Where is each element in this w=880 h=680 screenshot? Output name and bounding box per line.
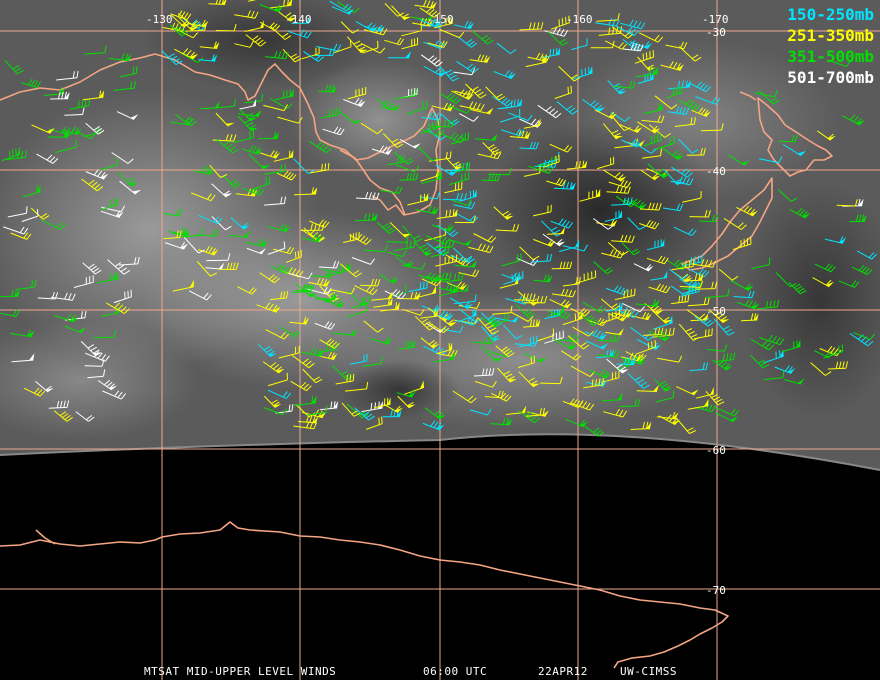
lon-label-130: -130 <box>146 13 173 26</box>
lat-label-40: -40 <box>706 165 726 178</box>
lon-label-160: -160 <box>566 13 593 26</box>
wind-barb-feather <box>654 339 657 348</box>
wind-barb-feather <box>265 177 267 185</box>
wind-barb-feather <box>300 249 302 257</box>
wind-barb-feather <box>711 328 713 336</box>
lon-label-140: -140 <box>285 13 312 26</box>
wind-barb-feather <box>423 281 425 289</box>
wind-barb-feather <box>378 417 380 425</box>
wind-barb-feather <box>645 52 648 60</box>
wind-barb-feather <box>325 405 328 413</box>
footer-date: 22APR12 <box>538 665 588 678</box>
legend-item-351-500: 351-500mb <box>787 47 874 66</box>
wind-barb-feather <box>332 108 334 116</box>
wind-barb-feather <box>549 49 551 57</box>
wind-barb-feather <box>349 374 352 382</box>
wind-barb-staff <box>540 382 561 385</box>
wind-barb-staff <box>488 173 510 176</box>
wind-barb-feather <box>397 156 399 164</box>
wind-barb-feather <box>415 88 417 96</box>
wind-barb-feather <box>15 148 17 156</box>
wind-barb-feather <box>608 313 610 321</box>
wind-barb-feather <box>651 341 653 349</box>
wind-barb-feather <box>409 240 412 248</box>
wind-barb-feather <box>297 250 300 258</box>
wind-barb-feather <box>85 99 87 107</box>
wind-barb-feather <box>78 100 80 108</box>
lat-label-70: -70 <box>706 584 726 597</box>
wind-barb-feather <box>26 206 28 214</box>
wind-barb-feather <box>411 89 413 97</box>
wind-barb-feather <box>615 311 617 319</box>
wind-barb-feather <box>324 163 327 171</box>
wind-barb-feather <box>647 342 650 350</box>
wind-barb-feather <box>374 402 376 410</box>
wind-barb-feather <box>570 85 572 93</box>
wind-barb-feather <box>558 19 560 27</box>
wind-barb-feather <box>378 401 380 409</box>
wind-barb-feather <box>81 99 84 107</box>
legend-item-501-700: 501-700mb <box>787 68 874 87</box>
wind-barb-feather <box>109 273 112 281</box>
wind-barb-feather <box>268 176 271 184</box>
footer-product: MTSAT MID-UPPER LEVEL WINDS <box>144 665 337 678</box>
wind-barb-feather <box>561 18 564 26</box>
wind-barb-feather <box>507 313 509 321</box>
wind-barb-feather <box>335 108 337 116</box>
wind-barb-feather <box>838 345 840 353</box>
wind-barb-staff <box>291 291 311 293</box>
wind-barb-feather <box>18 147 21 155</box>
legend-item-251-350: 251-350mb <box>787 26 874 45</box>
wind-barb-staff <box>619 405 639 407</box>
wind-barb-feather <box>659 133 662 141</box>
wind-barb-feather <box>675 87 677 95</box>
wind-barb-staff <box>92 336 115 339</box>
wind-barb-feather <box>503 314 506 322</box>
footer-time: 06:00 UTC <box>423 665 488 678</box>
wind-barb-staff <box>695 288 716 290</box>
wind-barb-feather <box>419 282 422 290</box>
wind-barb-feather <box>370 402 373 411</box>
wind-barb-feather <box>294 251 297 259</box>
lon-label-170: -170 <box>702 13 729 26</box>
wind-barb-feather <box>352 373 355 381</box>
wind-barb-feather <box>618 309 621 317</box>
wind-barb-feather <box>468 161 471 170</box>
lat-label-30: -30 <box>706 26 726 39</box>
wind-barb-feather <box>555 47 558 55</box>
wind-barb-feather <box>626 359 628 367</box>
wind-barb-feather <box>381 416 383 424</box>
wind-barb-feather <box>12 149 14 157</box>
wind-barb-staff <box>700 129 722 132</box>
wind-barb-feather <box>552 48 555 56</box>
lat-label-60: -60 <box>706 444 726 457</box>
wind-barb-feather <box>708 328 710 337</box>
wind-barb-feather <box>704 329 707 337</box>
wind-barb-feather <box>346 375 348 383</box>
wind-barb-feather <box>327 162 330 170</box>
footer-source: UW-CIMSS <box>620 665 677 678</box>
wind-barb-feather <box>328 109 331 117</box>
wind-barb-feather <box>841 344 844 352</box>
wind-barb-feather <box>406 241 408 249</box>
wind-barb-feather <box>426 281 428 289</box>
wind-barb-feather <box>88 98 90 106</box>
wind-barb-feather <box>113 272 115 280</box>
wind-barb-feather <box>678 86 680 94</box>
pressure-legend: 150-250mb 251-350mb 351-500mb 501-700mb <box>787 4 874 88</box>
wind-barb-feather <box>611 312 614 320</box>
wind-barb-feather <box>338 107 341 115</box>
lat-label-50: -50 <box>706 305 726 318</box>
wind-barb-feather <box>652 50 655 58</box>
wind-barb-feather <box>283 241 286 249</box>
lon-label-150: -150 <box>427 13 454 26</box>
wind-barb-feather <box>472 309 474 317</box>
satellite-wind-map: -130 -140 -150 -160 -170 -30 -40 -50 -60… <box>0 0 880 680</box>
wind-barb-feather <box>8 150 11 158</box>
wind-barb-feather <box>567 86 569 94</box>
legend-item-150-250: 150-250mb <box>787 5 874 24</box>
